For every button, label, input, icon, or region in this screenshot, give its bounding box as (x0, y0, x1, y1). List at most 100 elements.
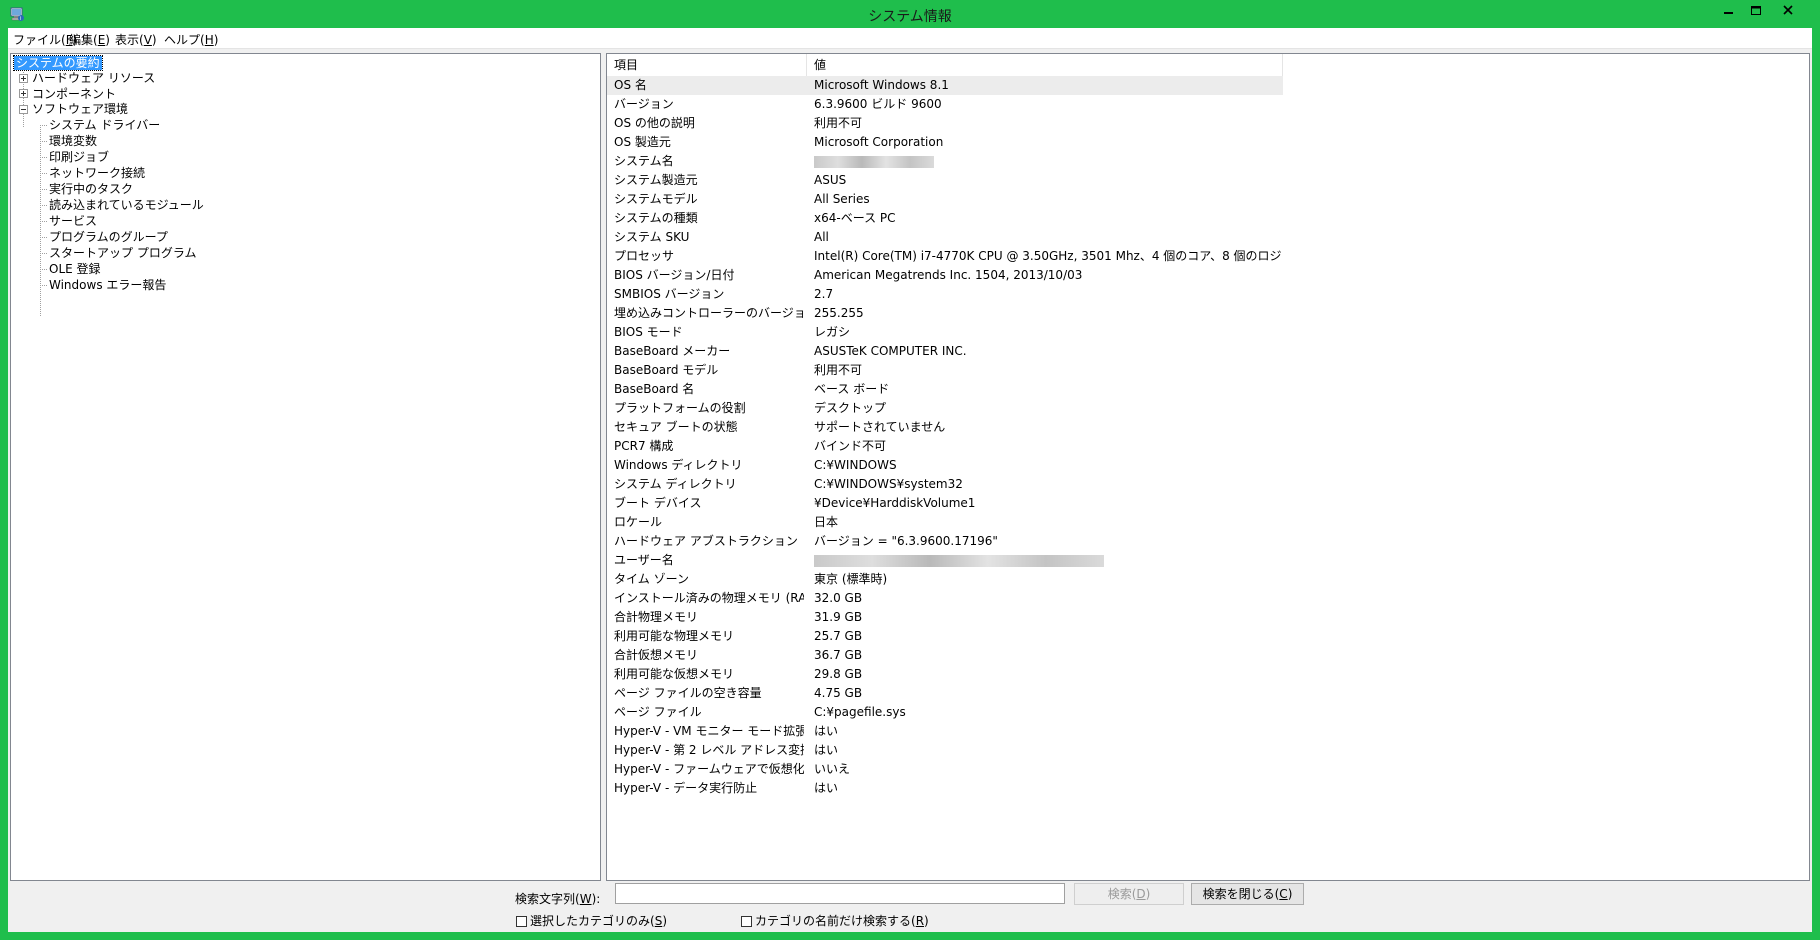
row-item-value (814, 152, 1282, 171)
column-header-value[interactable]: 値 (807, 54, 1283, 76)
row-item-name: Hyper-V - ファームウェアで仮想化が... (614, 762, 804, 776)
table-row[interactable]: 埋め込みコントローラーのバージョン 255.255 (607, 304, 1809, 323)
row-item-name: システムモデル (614, 192, 698, 206)
close-button[interactable] (1770, 1, 1806, 21)
row-item-name: ページ ファイル (614, 705, 702, 719)
table-row[interactable]: システム製造元 ASUS (607, 171, 1809, 190)
row-item-name: ユーザー名 (614, 553, 674, 567)
window-title: システム情報 (868, 9, 952, 25)
table-row[interactable]: 利用可能な仮想メモリ 29.8 GB (607, 665, 1809, 684)
row-item-value: サポートされていません (814, 420, 946, 434)
category-tree[interactable]: システムの要約 ハードウェア リソース コンポーネント ソフトウェア環境 システ… (10, 53, 601, 881)
row-item-value: 利用不可 (814, 363, 863, 377)
search-selected-category-only-checkbox[interactable]: 選択したカテゴリのみ(S) (516, 912, 667, 929)
tree-connector (40, 285, 47, 286)
row-item-value: ASUSTeK COMPUTER INC. (814, 344, 967, 358)
row-item-value: 25.7 GB (814, 629, 863, 643)
row-item-name: 利用可能な仮想メモリ (614, 667, 735, 681)
table-row[interactable]: プロセッサ Intel(R) Core(TM) i7-4770K CPU @ 3.… (607, 247, 1809, 266)
row-item-name: OS の他の説明 (614, 116, 695, 130)
search-input[interactable] (615, 883, 1065, 904)
table-row[interactable]: プラットフォームの役割 デスクトップ (607, 399, 1809, 418)
row-item-value: レガシ (814, 325, 851, 339)
menu-file[interactable]: ファイル(F) (13, 31, 77, 48)
row-item-value: バインド不可 (814, 439, 887, 453)
row-item-name: プラットフォームの役割 (614, 401, 746, 415)
menu-edit[interactable]: 編集(E) (69, 31, 110, 48)
table-row[interactable]: OS 製造元 Microsoft Corporation (607, 133, 1809, 152)
row-item-name: システム ディレクトリ (614, 477, 737, 491)
row-item-name: BaseBoard モデル (614, 363, 719, 377)
table-row[interactable]: Hyper-V - 第 2 レベル アドレス変換... はい (607, 741, 1809, 760)
search-category-names-only-checkbox[interactable]: カテゴリの名前だけ検索する(R) (741, 912, 929, 929)
table-row[interactable]: ページ ファイル C:¥pagefile.sys (607, 703, 1809, 722)
table-row[interactable]: システム SKU All (607, 228, 1809, 247)
table-row[interactable]: BaseBoard 名 ベース ボード (607, 380, 1809, 399)
close-search-button[interactable]: 検索を閉じる(C) (1191, 883, 1304, 905)
table-row[interactable]: システムの種類 x64-ベース PC (607, 209, 1809, 228)
table-row[interactable]: BaseBoard モデル 利用不可 (607, 361, 1809, 380)
row-item-name: インストール済みの物理メモリ (RAM) (614, 591, 804, 605)
table-row[interactable]: BIOS バージョン/日付 American Megatrends Inc. 15… (607, 266, 1809, 285)
table-row[interactable]: ページ ファイルの空き容量 4.75 GB (607, 684, 1809, 703)
title-bar[interactable]: i システム情報 (0, 0, 1820, 28)
menu-view[interactable]: 表示(V) (115, 31, 157, 48)
table-row[interactable]: システムモデル All Series (607, 190, 1809, 209)
column-header-item[interactable]: 項目 (607, 54, 807, 76)
close-icon (1783, 5, 1793, 15)
table-row[interactable]: システム名 (607, 152, 1809, 171)
table-row[interactable]: Hyper-V - データ実行防止 はい (607, 779, 1809, 798)
tree-expand-icon[interactable] (19, 74, 28, 83)
table-row[interactable]: OS の他の説明 利用不可 (607, 114, 1809, 133)
table-row[interactable]: バージョン 6.3.9600 ビルド 9600 (607, 95, 1809, 114)
row-item-name: Hyper-V - VM モニター モード拡張... (614, 724, 804, 738)
details-list[interactable]: 項目 値 OS 名 Microsoft Windows 8.1 バージョン 6.3.9… (606, 53, 1810, 881)
find-button[interactable]: 検索(D) (1074, 883, 1184, 905)
table-row[interactable]: Windows ディレクトリ C:¥WINDOWS (607, 456, 1809, 475)
table-row[interactable]: ロケール 日本 (607, 513, 1809, 532)
row-item-value: 東京 (標準時) (814, 572, 888, 586)
table-row[interactable]: OS 名 Microsoft Windows 8.1 (607, 76, 1283, 95)
table-row[interactable]: セキュア ブートの状態 サポートされていません (607, 418, 1809, 437)
minimize-icon (1724, 12, 1733, 14)
search-label-text: 検索文字列( (515, 892, 580, 906)
row-item-value: Microsoft Windows 8.1 (814, 78, 949, 92)
table-row[interactable]: 利用可能な物理メモリ 25.7 GB (607, 627, 1809, 646)
row-item-name: システム製造元 (614, 173, 698, 187)
tree-item-windows-error-reporting[interactable]: Windows エラー報告 (47, 276, 168, 294)
checkbox-label: 選択したカテゴリのみ( (530, 914, 655, 928)
table-row[interactable]: Hyper-V - ファームウェアで仮想化が... いいえ (607, 760, 1809, 779)
row-item-value (814, 551, 1282, 570)
list-header: 項目 値 (607, 54, 1809, 76)
menu-help[interactable]: ヘルプ(H) (164, 31, 218, 48)
table-row[interactable]: Hyper-V - VM モニター モード拡張... はい (607, 722, 1809, 741)
table-row[interactable]: ユーザー名 (607, 551, 1809, 570)
table-row[interactable]: システム ディレクトリ C:¥WINDOWS¥system32 (607, 475, 1809, 494)
table-row[interactable]: タイム ゾーン 東京 (標準時) (607, 570, 1809, 589)
table-row[interactable]: インストール済みの物理メモリ (RAM) 32.0 GB (607, 589, 1809, 608)
list-rows: OS 名 Microsoft Windows 8.1 バージョン 6.3.9600 ビ… (607, 76, 1809, 798)
window-client-area: ファイル(F) 編集(E) 表示(V) ヘルプ(H) システムの要約 ハードウェ… (8, 28, 1812, 932)
tree-expand-icon[interactable] (19, 89, 28, 98)
maximize-button[interactable] (1743, 1, 1769, 21)
checkbox-icon[interactable] (741, 916, 752, 927)
row-item-name: Hyper-V - 第 2 レベル アドレス変換... (614, 743, 804, 757)
menu-help-accesskey: H (204, 33, 214, 47)
row-item-value: はい (814, 781, 839, 795)
tree-connector (40, 205, 47, 206)
checkbox-icon[interactable] (516, 916, 527, 927)
minimize-button[interactable] (1716, 1, 1742, 21)
table-row[interactable]: PCR7 構成 バインド不可 (607, 437, 1809, 456)
row-item-value: 36.7 GB (814, 648, 863, 662)
table-row[interactable]: ハードウェア アブストラクション レイヤーバージョン = "6.3.9600.1… (607, 532, 1809, 551)
tree-item-label: OLE 登録 (49, 262, 101, 276)
tree-collapse-icon[interactable] (19, 105, 28, 114)
row-item-value: Intel(R) Core(TM) i7-4770K CPU @ 3.50GHz… (814, 249, 1282, 263)
table-row[interactable]: 合計仮想メモリ 36.7 GB (607, 646, 1809, 665)
table-row[interactable]: BIOS モード レガシ (607, 323, 1809, 342)
table-row[interactable]: SMBIOS バージョン 2.7 (607, 285, 1809, 304)
tree-item-label: 読み込まれているモジュール (49, 198, 204, 212)
table-row[interactable]: BaseBoard メーカー ASUSTeK COMPUTER INC. (607, 342, 1809, 361)
table-row[interactable]: 合計物理メモリ 31.9 GB (607, 608, 1809, 627)
table-row[interactable]: ブート デバイス ¥Device¥HarddiskVolume1 (607, 494, 1809, 513)
